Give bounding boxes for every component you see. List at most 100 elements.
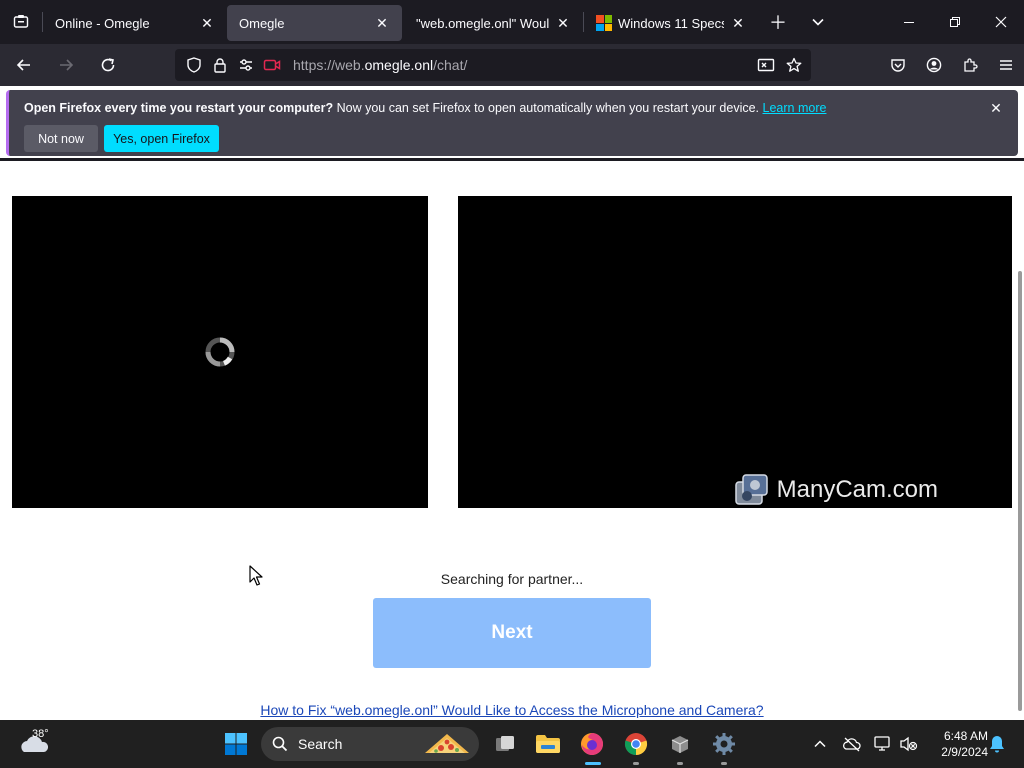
network-tray-button[interactable] xyxy=(873,734,893,754)
gear-icon xyxy=(713,733,735,755)
volume-tray-button[interactable] xyxy=(899,734,919,754)
url-path: /chat/ xyxy=(433,57,468,73)
forward-button[interactable] xyxy=(48,49,84,81)
speaker-muted-icon xyxy=(900,736,918,752)
clock-date: 2/9/2024 xyxy=(941,745,988,759)
tab-omegle[interactable]: Omegle ✕ xyxy=(227,5,402,41)
navigation-toolbar: https://web.omegle.onl/chat/ xyxy=(0,44,1024,86)
restore-icon xyxy=(950,17,960,27)
status-text: Searching for partner... xyxy=(440,571,584,587)
puzzle-piece-icon xyxy=(964,58,978,72)
new-tab-button[interactable]: ＋ xyxy=(758,0,798,44)
url-text[interactable]: https://web.omegle.onl/chat/ xyxy=(293,57,755,73)
mouse-cursor-icon xyxy=(249,565,263,586)
clock-time: 6:48 AM xyxy=(943,729,988,743)
tab-close-icon[interactable]: ✕ xyxy=(555,15,571,31)
minimize-button[interactable] xyxy=(886,0,932,44)
list-all-tabs-button[interactable] xyxy=(798,0,838,44)
tab-close-icon[interactable]: ✕ xyxy=(730,15,746,31)
reload-button[interactable] xyxy=(90,49,126,81)
tab-close-icon[interactable]: ✕ xyxy=(374,15,390,31)
running-app-indicator xyxy=(633,762,639,765)
chevron-up-icon xyxy=(814,740,826,748)
network-icon xyxy=(874,736,890,751)
tab-title: Windows 11 Specs and xyxy=(618,15,724,31)
permissions-icon[interactable] xyxy=(235,54,257,76)
file-explorer-button[interactable] xyxy=(531,727,565,761)
active-app-indicator xyxy=(585,762,601,765)
next-button[interactable]: Next xyxy=(373,598,651,668)
tab-online-omegle[interactable]: Online - Omegle ✕ xyxy=(43,5,227,41)
tab-windows-11-specs[interactable]: Windows 11 Specs and ✕ xyxy=(584,5,758,41)
windows-start-icon xyxy=(225,733,247,755)
app-menu-button[interactable] xyxy=(988,49,1024,81)
taskbar-search[interactable]: Search xyxy=(261,727,479,761)
pocket-icon xyxy=(891,59,905,72)
weather-temperature: 38° xyxy=(32,728,49,740)
close-icon xyxy=(995,16,1007,28)
search-highlight-pizza-icon xyxy=(425,734,469,753)
cloud-offline-icon xyxy=(843,737,861,752)
start-button[interactable] xyxy=(219,727,253,761)
tab-close-icon[interactable]: ✕ xyxy=(199,15,215,31)
plus-icon: ＋ xyxy=(769,13,787,33)
settings-taskbar-button[interactable] xyxy=(707,727,741,761)
cube-app-icon xyxy=(671,736,689,753)
not-now-button[interactable]: Not now xyxy=(24,125,98,152)
pocket-button[interactable] xyxy=(880,49,916,81)
task-view-button[interactable] xyxy=(488,727,522,761)
watermark-text: ManyCam.com xyxy=(776,476,938,503)
lock-icon[interactable] xyxy=(209,54,231,76)
close-notification-icon[interactable]: ✕ xyxy=(988,100,1004,116)
firefox-icon xyxy=(581,733,603,755)
minimize-icon xyxy=(904,22,914,23)
account-icon xyxy=(926,57,942,73)
notification-text: Open Firefox every time you restart your… xyxy=(24,101,826,115)
toolbar-right xyxy=(880,44,1024,86)
restore-button[interactable] xyxy=(932,0,978,44)
url-bar[interactable]: https://web.omegle.onl/chat/ xyxy=(175,49,811,81)
firefox-view-button[interactable] xyxy=(0,0,42,44)
loading-spinner-icon xyxy=(205,337,235,367)
onedrive-tray-button[interactable] xyxy=(842,734,862,754)
search-icon xyxy=(272,736,288,752)
firefox-view-icon xyxy=(13,15,29,28)
firefox-taskbar-button[interactable] xyxy=(575,727,609,761)
close-window-button[interactable] xyxy=(978,0,1024,44)
tab-title: "web.omegle.onl" Would Li xyxy=(416,15,549,31)
tab-strip: Online - Omegle ✕ Omegle ✕ "web.omegle.o… xyxy=(0,0,1024,44)
page-scrollbar[interactable] xyxy=(1018,271,1022,711)
yes-open-firefox-button[interactable]: Yes, open Firefox xyxy=(104,125,219,152)
tab-web-omegle-onl[interactable]: "web.omegle.onl" Would Li ✕ xyxy=(404,5,583,41)
self-video: ManyCam.com xyxy=(458,196,1012,508)
camera-sharing-icon[interactable] xyxy=(261,54,283,76)
notifications-button[interactable] xyxy=(987,734,1007,754)
notification-title: Open Firefox every time you restart your… xyxy=(24,101,334,115)
help-link[interactable]: How to Fix “web.omegle.onl” Would Like t… xyxy=(0,702,1024,718)
back-button[interactable] xyxy=(6,49,42,81)
windows-logo-icon xyxy=(596,15,612,31)
folder-icon xyxy=(536,735,560,753)
bookmark-star-icon[interactable] xyxy=(783,54,805,76)
reload-icon xyxy=(101,58,115,72)
manycam-watermark: ManyCam.com xyxy=(733,472,938,508)
url-host: omegle.onl xyxy=(364,57,434,73)
reader-view-icon[interactable] xyxy=(755,54,777,76)
tab-title: Online - Omegle xyxy=(55,15,150,31)
extensions-button[interactable] xyxy=(952,49,988,81)
chrome-icon xyxy=(624,733,648,756)
chrome-taskbar-button[interactable] xyxy=(619,727,653,761)
url-scheme: https:// xyxy=(293,57,336,73)
account-button[interactable] xyxy=(916,49,952,81)
arrow-right-icon xyxy=(60,59,74,71)
app-taskbar-button[interactable] xyxy=(663,727,697,761)
web-page: ManyCam.com Searching for partner... Nex… xyxy=(0,161,1024,720)
url-host-prefix: web. xyxy=(335,57,365,73)
show-hidden-icons-button[interactable] xyxy=(810,734,830,754)
task-view-icon xyxy=(496,736,514,751)
tracking-protection-shield-icon[interactable] xyxy=(183,54,205,76)
notification-message: Now you can set Firefox to open automati… xyxy=(333,101,763,115)
manycam-logo-icon xyxy=(734,474,768,505)
learn-more-link[interactable]: Learn more xyxy=(763,101,827,115)
clock[interactable]: 6:48 AM 2/9/2024 xyxy=(926,728,988,760)
